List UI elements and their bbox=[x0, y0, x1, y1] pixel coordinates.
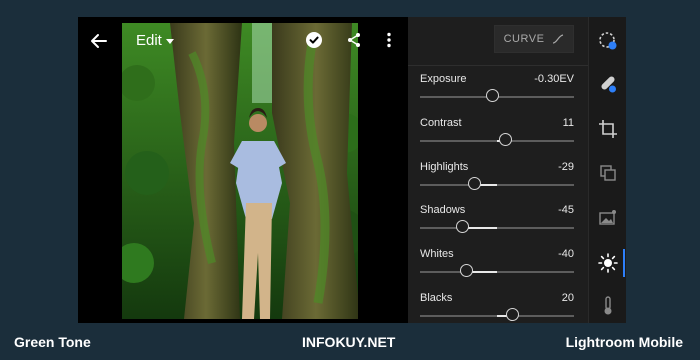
slider-thumb[interactable] bbox=[468, 177, 482, 190]
presets-tool-button[interactable] bbox=[597, 162, 619, 184]
light-icon bbox=[598, 253, 618, 273]
light-panel: CURVE Exposure -0.30EV Contrast 11 Highl… bbox=[408, 17, 588, 323]
slider-label: Exposure bbox=[420, 73, 467, 85]
light-tool-button[interactable] bbox=[597, 252, 619, 274]
auto-icon bbox=[599, 32, 617, 50]
auto-tool-button[interactable] bbox=[597, 30, 619, 52]
slider-value: -45 bbox=[558, 204, 574, 216]
back-button[interactable] bbox=[88, 30, 110, 52]
slider-value: -40 bbox=[558, 248, 574, 260]
slider-label: Highlights bbox=[420, 161, 469, 173]
crop-tool-button[interactable] bbox=[597, 118, 619, 140]
slider-thumb[interactable] bbox=[459, 264, 473, 277]
caption-left: Green Tone bbox=[14, 334, 91, 350]
back-arrow-icon bbox=[91, 34, 107, 48]
presets-icon bbox=[600, 165, 616, 181]
slider-highlights: Highlights -29 bbox=[420, 161, 574, 201]
slider-blacks: Blacks 20 bbox=[420, 292, 574, 323]
tool-strip bbox=[588, 17, 626, 323]
slider-label: Shadows bbox=[420, 204, 466, 216]
slider-track[interactable] bbox=[420, 89, 574, 102]
edit-dropdown-label: Edit bbox=[136, 32, 162, 49]
slider-contrast: Contrast 11 bbox=[420, 117, 574, 157]
slider-thumb[interactable] bbox=[455, 220, 469, 233]
thermometer-icon bbox=[604, 296, 612, 315]
edited-photo bbox=[122, 23, 358, 319]
slider-track[interactable] bbox=[420, 220, 574, 233]
slider-thumb[interactable] bbox=[498, 133, 512, 146]
photo-canvas[interactable]: Edit bbox=[78, 17, 408, 323]
slider-value: 11 bbox=[562, 117, 574, 129]
photo-topbar: Edit bbox=[78, 17, 408, 63]
slider-label: Whites bbox=[420, 248, 454, 260]
color-tool-button[interactable] bbox=[597, 295, 619, 317]
active-tool-indicator bbox=[623, 249, 625, 277]
slider-label: Contrast bbox=[420, 117, 462, 129]
checkmark-icon bbox=[309, 36, 319, 44]
crop-icon bbox=[599, 120, 617, 138]
healing-tool-button[interactable] bbox=[597, 73, 619, 95]
done-button[interactable] bbox=[306, 32, 322, 48]
slider-track[interactable] bbox=[420, 308, 574, 321]
slider-whites: Whites -40 bbox=[420, 248, 574, 288]
more-options-button[interactable] bbox=[385, 32, 393, 48]
more-vertical-icon bbox=[387, 32, 391, 48]
slider-value: -0.30EV bbox=[534, 73, 574, 85]
slider-track[interactable] bbox=[420, 133, 574, 146]
app-window: Edit CURVE Exposure -0.30EV Contrast 11 … bbox=[78, 17, 626, 323]
slider-track[interactable] bbox=[420, 177, 574, 190]
edit-dropdown[interactable]: Edit bbox=[136, 32, 174, 49]
share-button[interactable] bbox=[346, 32, 362, 48]
healing-icon bbox=[601, 76, 616, 93]
slider-value: -29 bbox=[558, 161, 574, 173]
panel-header: CURVE bbox=[408, 17, 588, 66]
slider-exposure: Exposure -0.30EV bbox=[420, 73, 574, 113]
caption-center: INFOKUY.NET bbox=[302, 334, 396, 350]
selective-tool-button[interactable] bbox=[597, 207, 619, 229]
curve-button[interactable]: CURVE bbox=[494, 25, 574, 53]
caret-down-icon bbox=[165, 39, 174, 44]
slider-label: Blacks bbox=[420, 292, 453, 304]
share-icon bbox=[348, 33, 360, 47]
selective-icon bbox=[599, 210, 616, 225]
curve-button-label: CURVE bbox=[503, 33, 545, 45]
caption-right: Lightroom Mobile bbox=[565, 334, 683, 350]
slider-shadows: Shadows -45 bbox=[420, 204, 574, 244]
curve-icon bbox=[553, 34, 564, 44]
slider-thumb[interactable] bbox=[505, 308, 519, 321]
slider-value: 20 bbox=[561, 292, 574, 304]
slider-track[interactable] bbox=[420, 264, 574, 277]
slider-thumb[interactable] bbox=[485, 89, 499, 102]
